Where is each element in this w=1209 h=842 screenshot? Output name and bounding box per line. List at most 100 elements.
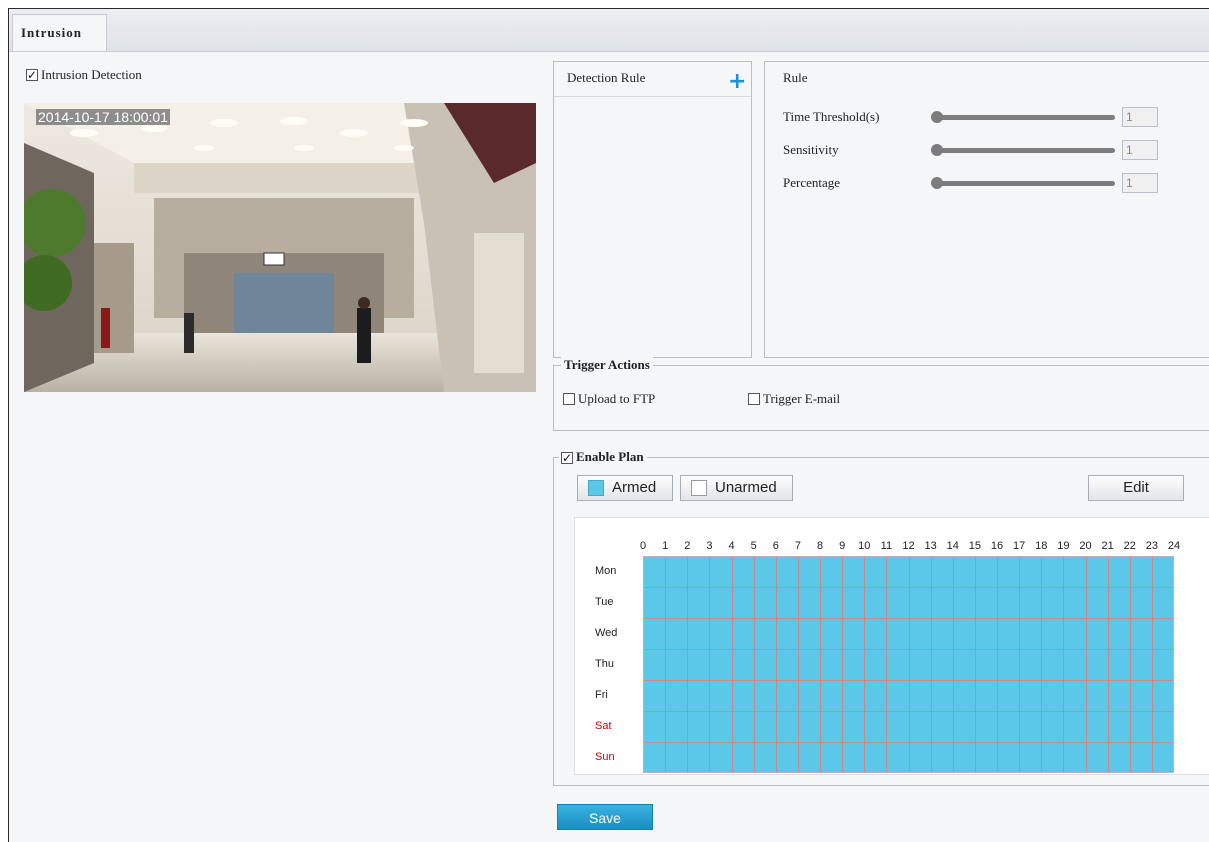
hour-label: 1 [662, 540, 669, 552]
video-timestamp: 2014-10-17 18:00:01 [36, 109, 170, 125]
trigger-email-checkbox[interactable] [748, 393, 760, 405]
grid-row-line [644, 618, 1173, 619]
grid-column-line [1107, 557, 1109, 772]
upload-ftp-checkbox[interactable] [563, 393, 575, 405]
schedule-table: 0 1 2 3 4 5 6 7 8 9 10 11 12 13 14 15 16 17 18 19 20 21 22 23 24… [574, 517, 1209, 775]
day-label-fri: Fri [595, 688, 608, 701]
grid-column-line [820, 557, 821, 772]
armed-label: Armed [612, 479, 657, 496]
grid-row-line [644, 680, 1173, 681]
hour-label: 11 [880, 540, 893, 552]
detection-rule-panel: Detection Rule + [553, 61, 752, 358]
hour-label: 24 [1167, 540, 1181, 552]
hour-label: 19 [1057, 540, 1070, 552]
sensitivity-knob[interactable] [931, 144, 943, 156]
unarmed-button[interactable]: Unarmed [680, 475, 793, 501]
grid-row-line [644, 711, 1173, 712]
header-divider [554, 96, 751, 97]
hour-label: 21 [1101, 540, 1114, 552]
hour-label: 3 [706, 540, 713, 552]
intrusion-detection-label: Intrusion Detection [41, 67, 142, 82]
grid-column-line [908, 557, 910, 772]
percentage-input[interactable]: 1 [1122, 173, 1158, 193]
hour-label: 12 [902, 540, 915, 552]
hour-label: 20 [1079, 540, 1092, 552]
grid-column-line [1085, 557, 1087, 772]
time-threshold-knob[interactable] [931, 111, 943, 123]
detection-rule-header: Detection Rule [567, 70, 646, 85]
grid-column-line [753, 557, 755, 772]
day-label-tue: Tue [595, 595, 614, 608]
grid-column-line [665, 557, 667, 772]
grid-row-line [644, 742, 1173, 743]
enable-plan-checkbox[interactable]: ✓ [561, 452, 573, 464]
hour-label: 10 [858, 540, 871, 552]
rule-title: Rule [783, 70, 808, 85]
percentage-label: Percentage [783, 175, 841, 190]
hour-label: 17 [1013, 540, 1026, 552]
percentage-slider[interactable] [935, 181, 1115, 186]
grid-column-line [775, 557, 777, 772]
grid-column-line [709, 557, 711, 772]
hour-label: 5 [750, 540, 757, 552]
schedule-grid[interactable] [643, 556, 1174, 773]
unarmed-swatch [691, 480, 707, 497]
mall-camera-image [24, 103, 536, 392]
hour-label: 8 [816, 540, 824, 552]
percentage-knob[interactable] [931, 177, 943, 189]
armed-button[interactable]: Armed [577, 475, 673, 501]
save-button[interactable]: Save [557, 804, 653, 830]
grid-column-line [997, 557, 998, 772]
hour-label: 0 [639, 540, 647, 552]
hour-label: 13 [924, 540, 937, 552]
hour-label: 23 [1145, 540, 1158, 552]
grid-column-line [952, 557, 954, 772]
day-label-wed: Wed [595, 626, 618, 639]
hour-label: 22 [1123, 540, 1136, 552]
armed-swatch [588, 480, 604, 497]
grid-row-line [644, 649, 1173, 650]
hour-label: 18 [1035, 540, 1048, 552]
hour-label: 9 [839, 540, 846, 552]
hour-label: 16 [990, 540, 1004, 552]
plan-legend: ✓ Enable Plan [559, 449, 647, 465]
hour-label: 4 [728, 540, 735, 552]
grid-row-line [644, 587, 1173, 588]
day-label-sun: Sun [595, 750, 615, 763]
sensitivity-slider[interactable] [935, 148, 1115, 153]
sensitivity-label: Sensitivity [783, 142, 839, 157]
grid-column-line [1063, 557, 1065, 772]
grid-column-line [842, 557, 844, 772]
edit-button[interactable]: Edit [1088, 475, 1184, 501]
grid-column-line [864, 557, 866, 772]
grid-column-line [1129, 557, 1131, 772]
grid-column-line [1041, 557, 1043, 772]
unarmed-label: Unarmed [715, 479, 777, 496]
grid-column-line [797, 557, 799, 772]
time-threshold-slider[interactable] [935, 115, 1115, 120]
hour-label: 15 [968, 540, 981, 552]
time-threshold-input[interactable]: 1 [1122, 107, 1158, 127]
trigger-actions-title: Trigger Actions [561, 357, 653, 373]
grid-column-line [974, 557, 976, 772]
hour-label: 2 [684, 540, 691, 552]
add-rule-icon[interactable]: + [728, 71, 746, 93]
hour-label: 7 [794, 540, 801, 552]
hour-label: 14 [946, 540, 959, 552]
day-label-thu: Thu [595, 657, 614, 670]
intrusion-detection-checkbox[interactable]: ✓ [26, 69, 38, 81]
grid-column-line [687, 557, 689, 772]
sensitivity-input[interactable]: 1 [1122, 140, 1158, 160]
rule-panel: Rule Time Threshold(s) 1 Sensitivity 1 P… [764, 61, 1209, 358]
upload-ftp-label: Upload to FTP [578, 391, 656, 406]
grid-column-line [930, 557, 932, 772]
enable-plan-label: Enable Plan [576, 449, 644, 464]
video-preview: 2014-10-17 18:00:01 [24, 103, 536, 392]
tab-bar: Intrusion [9, 9, 1209, 52]
tab-intrusion[interactable]: Intrusion [12, 14, 107, 51]
day-label-sat: Sat [595, 719, 612, 732]
hour-label: 6 [772, 540, 779, 552]
grid-column-line [886, 557, 888, 772]
grid-column-line [731, 557, 733, 772]
trigger-email-label: Trigger E-mail [763, 391, 841, 406]
